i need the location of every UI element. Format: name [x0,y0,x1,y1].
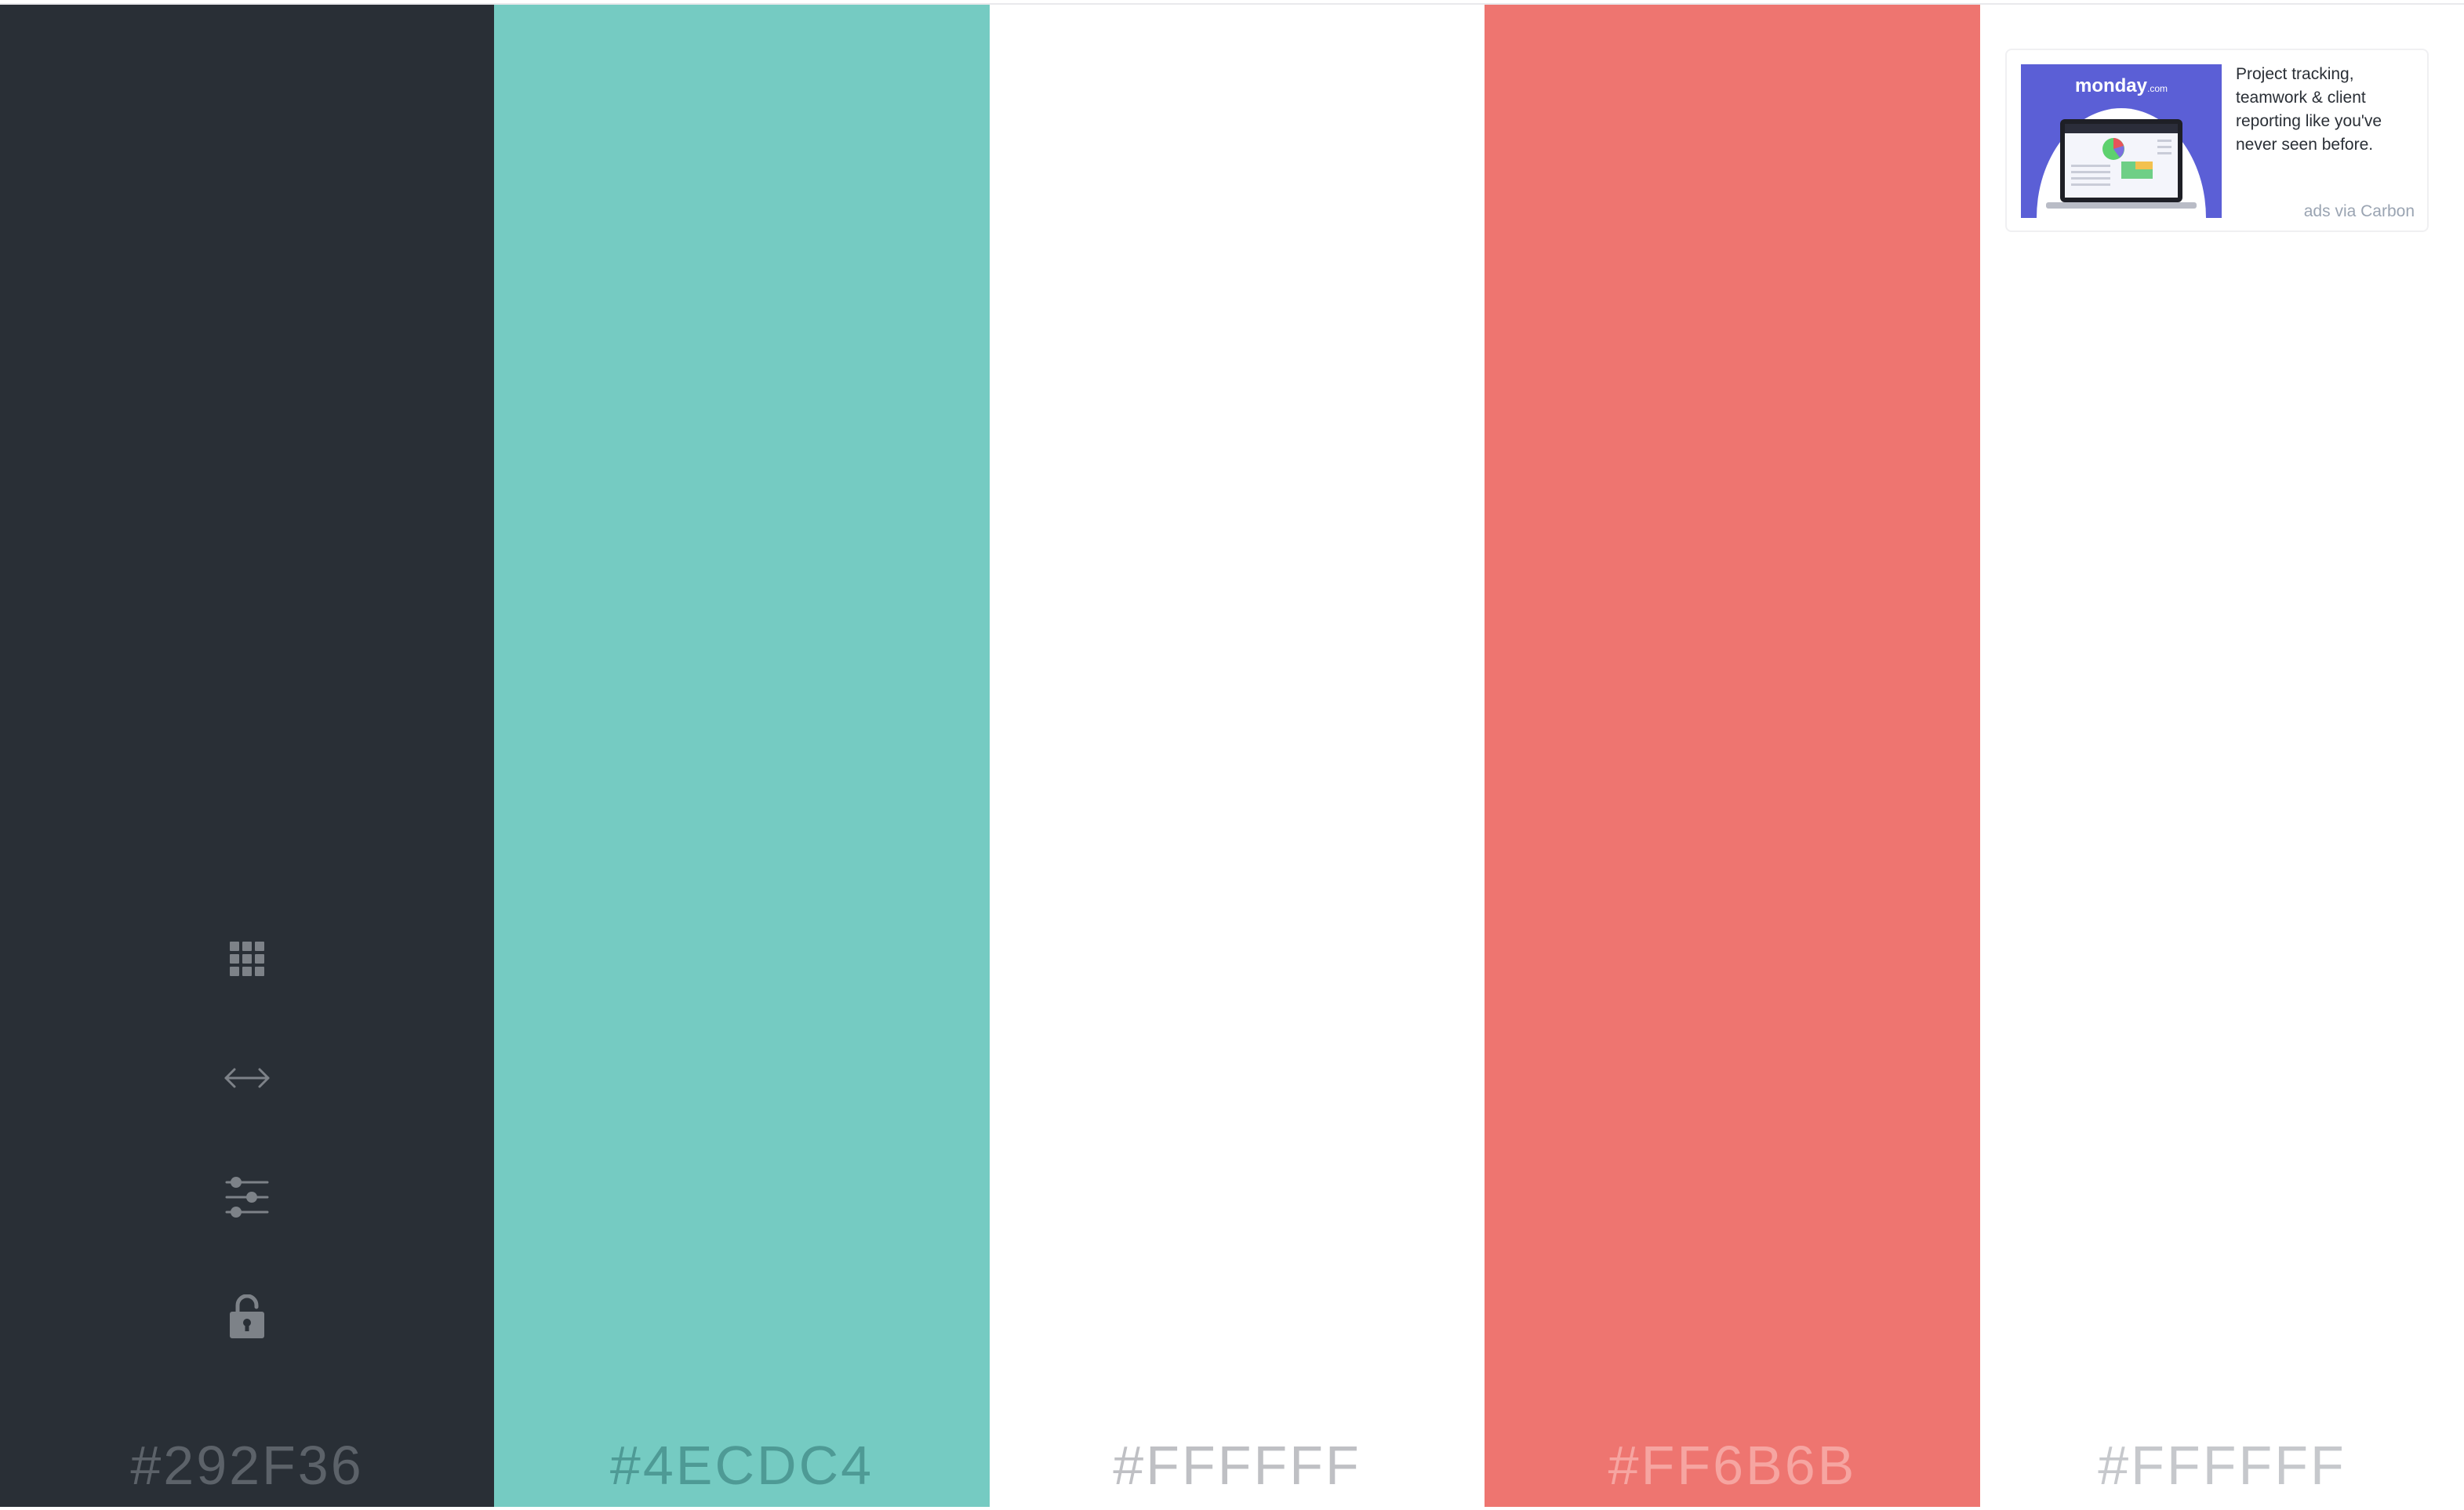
color-swatch-3[interactable]: #FFFFFF [990,5,1485,1507]
adjust-button[interactable] [222,1172,272,1222]
hex-code[interactable]: #4ECDC4 [494,1438,990,1493]
hex-code[interactable]: #FF6B6B [1485,1438,1980,1493]
color-swatch-1[interactable]: #292F36 [0,5,494,1507]
color-swatch-2[interactable]: #4ECDC4 [494,5,990,1507]
ad-via-carbon[interactable]: ads via Carbon [2304,202,2415,221]
hex-code[interactable]: #FFFFFF [990,1438,1485,1493]
color-swatch-4[interactable]: #FF6B6B [1485,5,1980,1507]
view-shades-button[interactable] [222,934,272,984]
ad-text[interactable]: Project tracking, teamwork & client repo… [2236,63,2418,157]
laptop-dashboard-illustration [2037,108,2206,218]
drag-button[interactable] [222,1053,272,1103]
swatch-toolbar [0,934,494,1410]
grid-icon [230,942,264,976]
sliders-icon [225,1175,269,1219]
ad-image[interactable]: monday.com [2021,64,2222,218]
hex-code[interactable]: #FFFFFF [1980,1438,2464,1493]
carbon-ad: monday.com Project tracking, teamwork & … [2005,49,2429,232]
lock-button[interactable] [222,1291,272,1341]
hex-code[interactable]: #292F36 [0,1438,494,1493]
unlock-icon [230,1294,264,1338]
resize-horizontal-icon [224,1066,271,1090]
